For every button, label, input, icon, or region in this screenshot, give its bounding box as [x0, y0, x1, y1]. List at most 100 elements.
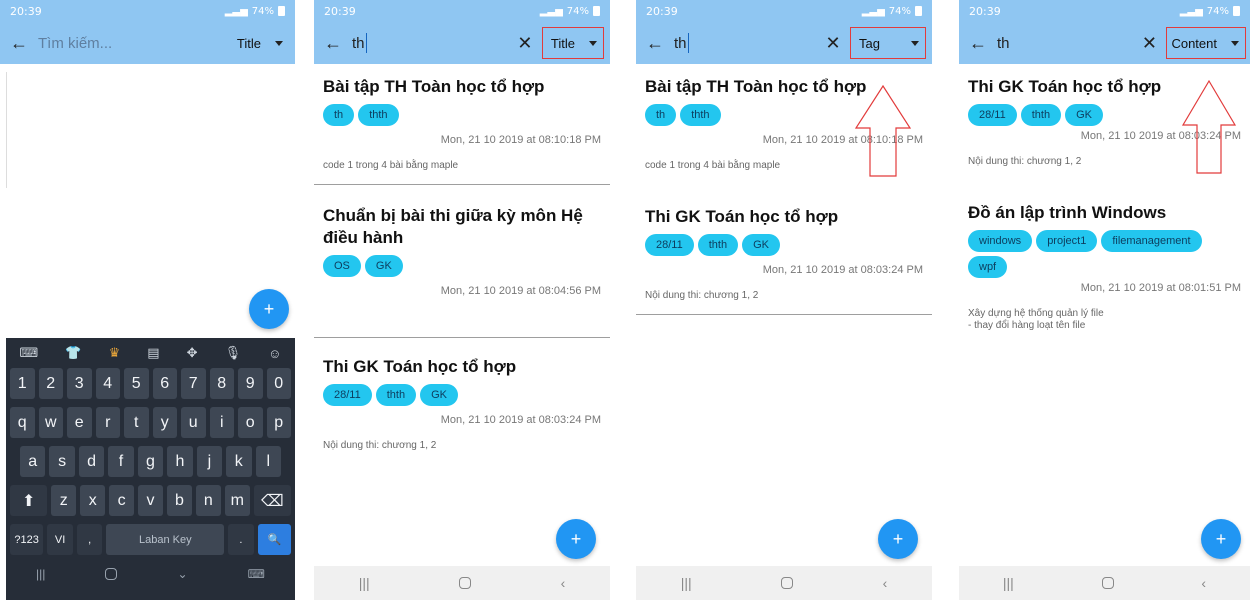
- search-input[interactable]: th: [997, 35, 1138, 52]
- key[interactable]: k: [226, 446, 252, 477]
- key[interactable]: 0: [266, 368, 291, 399]
- key[interactable]: 6: [152, 368, 177, 399]
- key[interactable]: m: [224, 485, 250, 516]
- tag-chip[interactable]: windows: [968, 230, 1033, 252]
- space-key[interactable]: Laban Key: [106, 524, 225, 555]
- arrow-left-icon[interactable]: ←: [959, 33, 997, 54]
- emoji-keyboard-icon[interactable]: ⌨: [20, 345, 39, 361]
- key[interactable]: x: [80, 485, 106, 516]
- note-card[interactable]: Bài tập TH Toàn học tổ hợp th thth Mon, …: [314, 64, 610, 185]
- tag-chip[interactable]: th: [323, 104, 355, 126]
- tag-chip[interactable]: project1: [1036, 230, 1098, 252]
- home-icon[interactable]: [459, 577, 472, 589]
- key[interactable]: 8: [209, 368, 234, 399]
- tag-chip[interactable]: GK: [1065, 104, 1103, 126]
- smile-icon[interactable]: ☺: [268, 346, 281, 361]
- key[interactable]: q: [10, 407, 35, 438]
- tag-chip[interactable]: filemanagement: [1101, 230, 1202, 252]
- note-card[interactable]: Chuẩn bị bài thi giữa kỳ môn Hệ điều hàn…: [314, 185, 610, 338]
- key[interactable]: a: [20, 446, 46, 477]
- key[interactable]: v: [138, 485, 163, 516]
- home-icon[interactable]: [1101, 577, 1114, 589]
- key[interactable]: o: [238, 407, 263, 438]
- add-note-button[interactable]: +: [556, 519, 596, 559]
- tag-chip[interactable]: GK: [742, 234, 780, 256]
- back-chevron-icon[interactable]: ‹: [883, 575, 888, 591]
- key[interactable]: 1: [10, 368, 35, 399]
- tag-chip[interactable]: th: [645, 104, 677, 126]
- filter-dropdown[interactable]: Tag: [850, 27, 926, 59]
- tag-chip[interactable]: GK: [364, 255, 403, 277]
- backspace-key[interactable]: ⌫: [253, 485, 292, 516]
- search-input[interactable]: th: [674, 33, 822, 53]
- tag-chip[interactable]: thth: [680, 104, 721, 126]
- key[interactable]: 3: [67, 368, 92, 399]
- tag-chip[interactable]: 28/11: [968, 104, 1017, 126]
- search-key[interactable]: 🔍: [257, 524, 292, 555]
- add-note-button[interactable]: +: [878, 519, 918, 559]
- close-icon[interactable]: ✕: [514, 33, 536, 54]
- period-key[interactable]: .: [228, 524, 254, 555]
- add-note-button[interactable]: +: [249, 289, 289, 329]
- key[interactable]: l: [255, 446, 281, 477]
- key[interactable]: r: [95, 407, 120, 438]
- note-card[interactable]: Thi GK Toán học tổ hợp 28/11 thth GK Mon…: [636, 192, 932, 315]
- key[interactable]: s: [49, 446, 75, 477]
- key[interactable]: w: [38, 407, 63, 438]
- key[interactable]: e: [67, 407, 92, 438]
- key[interactable]: i: [209, 407, 234, 438]
- home-icon[interactable]: [105, 568, 118, 580]
- cursor-move-icon[interactable]: ✥: [187, 345, 198, 361]
- arrow-left-icon[interactable]: ←: [636, 33, 674, 54]
- shift-key[interactable]: ⬆: [10, 485, 48, 516]
- home-icon[interactable]: [781, 577, 794, 589]
- key[interactable]: h: [167, 446, 193, 477]
- recents-icon[interactable]: |||: [681, 575, 692, 591]
- back-chevron-icon[interactable]: ‹: [1201, 575, 1206, 591]
- crown-icon[interactable]: ♛: [109, 345, 121, 361]
- arrow-left-icon[interactable]: ←: [0, 33, 38, 54]
- tag-chip[interactable]: OS: [323, 255, 361, 277]
- filter-dropdown[interactable]: Title: [229, 27, 289, 59]
- tag-chip[interactable]: thth: [375, 384, 417, 406]
- language-key[interactable]: VI: [47, 524, 73, 555]
- filter-dropdown[interactable]: Title: [541, 27, 604, 59]
- note-card[interactable]: Đồ án lập trình Windows windows project1…: [959, 188, 1250, 344]
- search-input[interactable]: th: [352, 33, 514, 53]
- add-note-button[interactable]: +: [1201, 519, 1241, 559]
- key[interactable]: c: [109, 485, 135, 516]
- key[interactable]: n: [195, 485, 221, 516]
- filter-dropdown[interactable]: Content: [1166, 27, 1246, 59]
- close-icon[interactable]: ✕: [822, 33, 844, 54]
- key[interactable]: 4: [95, 368, 120, 399]
- key[interactable]: 2: [38, 368, 63, 399]
- comma-key[interactable]: ,: [76, 524, 103, 555]
- tag-chip[interactable]: GK: [420, 384, 458, 406]
- key[interactable]: d: [78, 446, 105, 477]
- key[interactable]: u: [181, 407, 206, 438]
- tag-chip[interactable]: wpf: [968, 256, 1008, 278]
- back-chevron-icon[interactable]: ‹: [561, 575, 566, 591]
- tag-chip[interactable]: 28/11: [645, 234, 694, 256]
- symbols-key[interactable]: ?123: [10, 524, 44, 555]
- microphone-icon[interactable]: 🎙: [225, 345, 242, 361]
- tag-chip[interactable]: 28/11: [323, 384, 372, 406]
- key[interactable]: 9: [238, 368, 263, 399]
- key[interactable]: p: [266, 407, 291, 438]
- close-icon[interactable]: ✕: [1138, 33, 1160, 54]
- tag-chip[interactable]: thth: [697, 234, 739, 256]
- key[interactable]: t: [124, 407, 149, 438]
- recents-icon[interactable]: |||: [359, 575, 370, 591]
- key[interactable]: y: [152, 407, 177, 438]
- key[interactable]: b: [166, 485, 192, 516]
- key[interactable]: g: [137, 446, 164, 477]
- key[interactable]: 5: [124, 368, 149, 399]
- tag-chip[interactable]: thth: [1020, 104, 1062, 126]
- recents-icon[interactable]: |||: [1003, 575, 1014, 591]
- search-input[interactable]: Tìm kiếm...: [38, 35, 229, 52]
- key[interactable]: 7: [181, 368, 206, 399]
- key[interactable]: z: [51, 485, 77, 516]
- arrow-left-icon[interactable]: ←: [314, 33, 352, 54]
- document-icon[interactable]: ▤: [147, 345, 159, 361]
- key[interactable]: f: [108, 446, 134, 477]
